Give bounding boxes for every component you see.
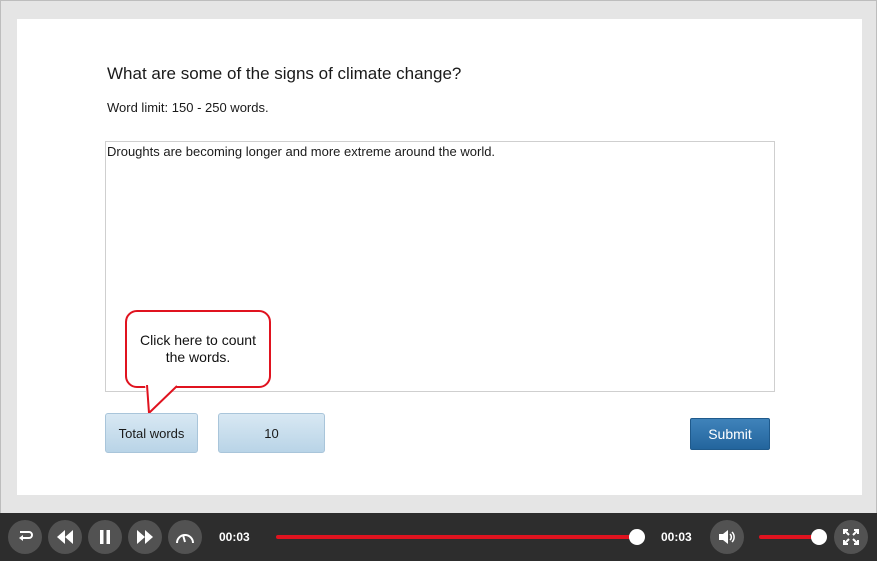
volume-handle[interactable] — [811, 529, 827, 545]
callout-text: Click here to count the words. — [140, 332, 256, 365]
fullscreen-icon — [843, 529, 859, 545]
progress-handle[interactable] — [629, 529, 645, 545]
replay-icon — [19, 531, 33, 541]
word-limit-text: Word limit: 150 - 250 words. — [107, 100, 269, 115]
pause-button[interactable] — [88, 520, 122, 554]
volume-icon — [719, 530, 735, 544]
total-words-button[interactable]: Total words — [105, 413, 198, 453]
rewind-button[interactable] — [48, 520, 82, 554]
word-count-display: 10 — [218, 413, 325, 453]
pause-icon — [100, 530, 110, 544]
callout-tail — [145, 385, 178, 415]
answer-text: Droughts are becoming longer and more ex… — [107, 144, 496, 159]
callout-bubble: Click here to count the words. — [125, 310, 271, 388]
progress-fill — [276, 535, 638, 539]
current-time: 00:03 — [219, 530, 250, 544]
forward-button[interactable] — [128, 520, 162, 554]
forward-icon — [137, 530, 153, 544]
volume-button[interactable] — [710, 520, 744, 554]
submit-button[interactable]: Submit — [690, 418, 770, 450]
app-frame: What are some of the signs of climate ch… — [0, 0, 877, 513]
speed-icon — [176, 534, 194, 544]
replay-button[interactable] — [8, 520, 42, 554]
fullscreen-button[interactable] — [834, 520, 868, 554]
total-time: 00:03 — [661, 530, 692, 544]
slide-content: What are some of the signs of climate ch… — [17, 19, 862, 495]
speed-button[interactable] — [168, 520, 202, 554]
question-title: What are some of the signs of climate ch… — [107, 64, 462, 83]
rewind-icon — [57, 530, 73, 544]
player-bar: 00:03 00:03 — [0, 513, 877, 561]
